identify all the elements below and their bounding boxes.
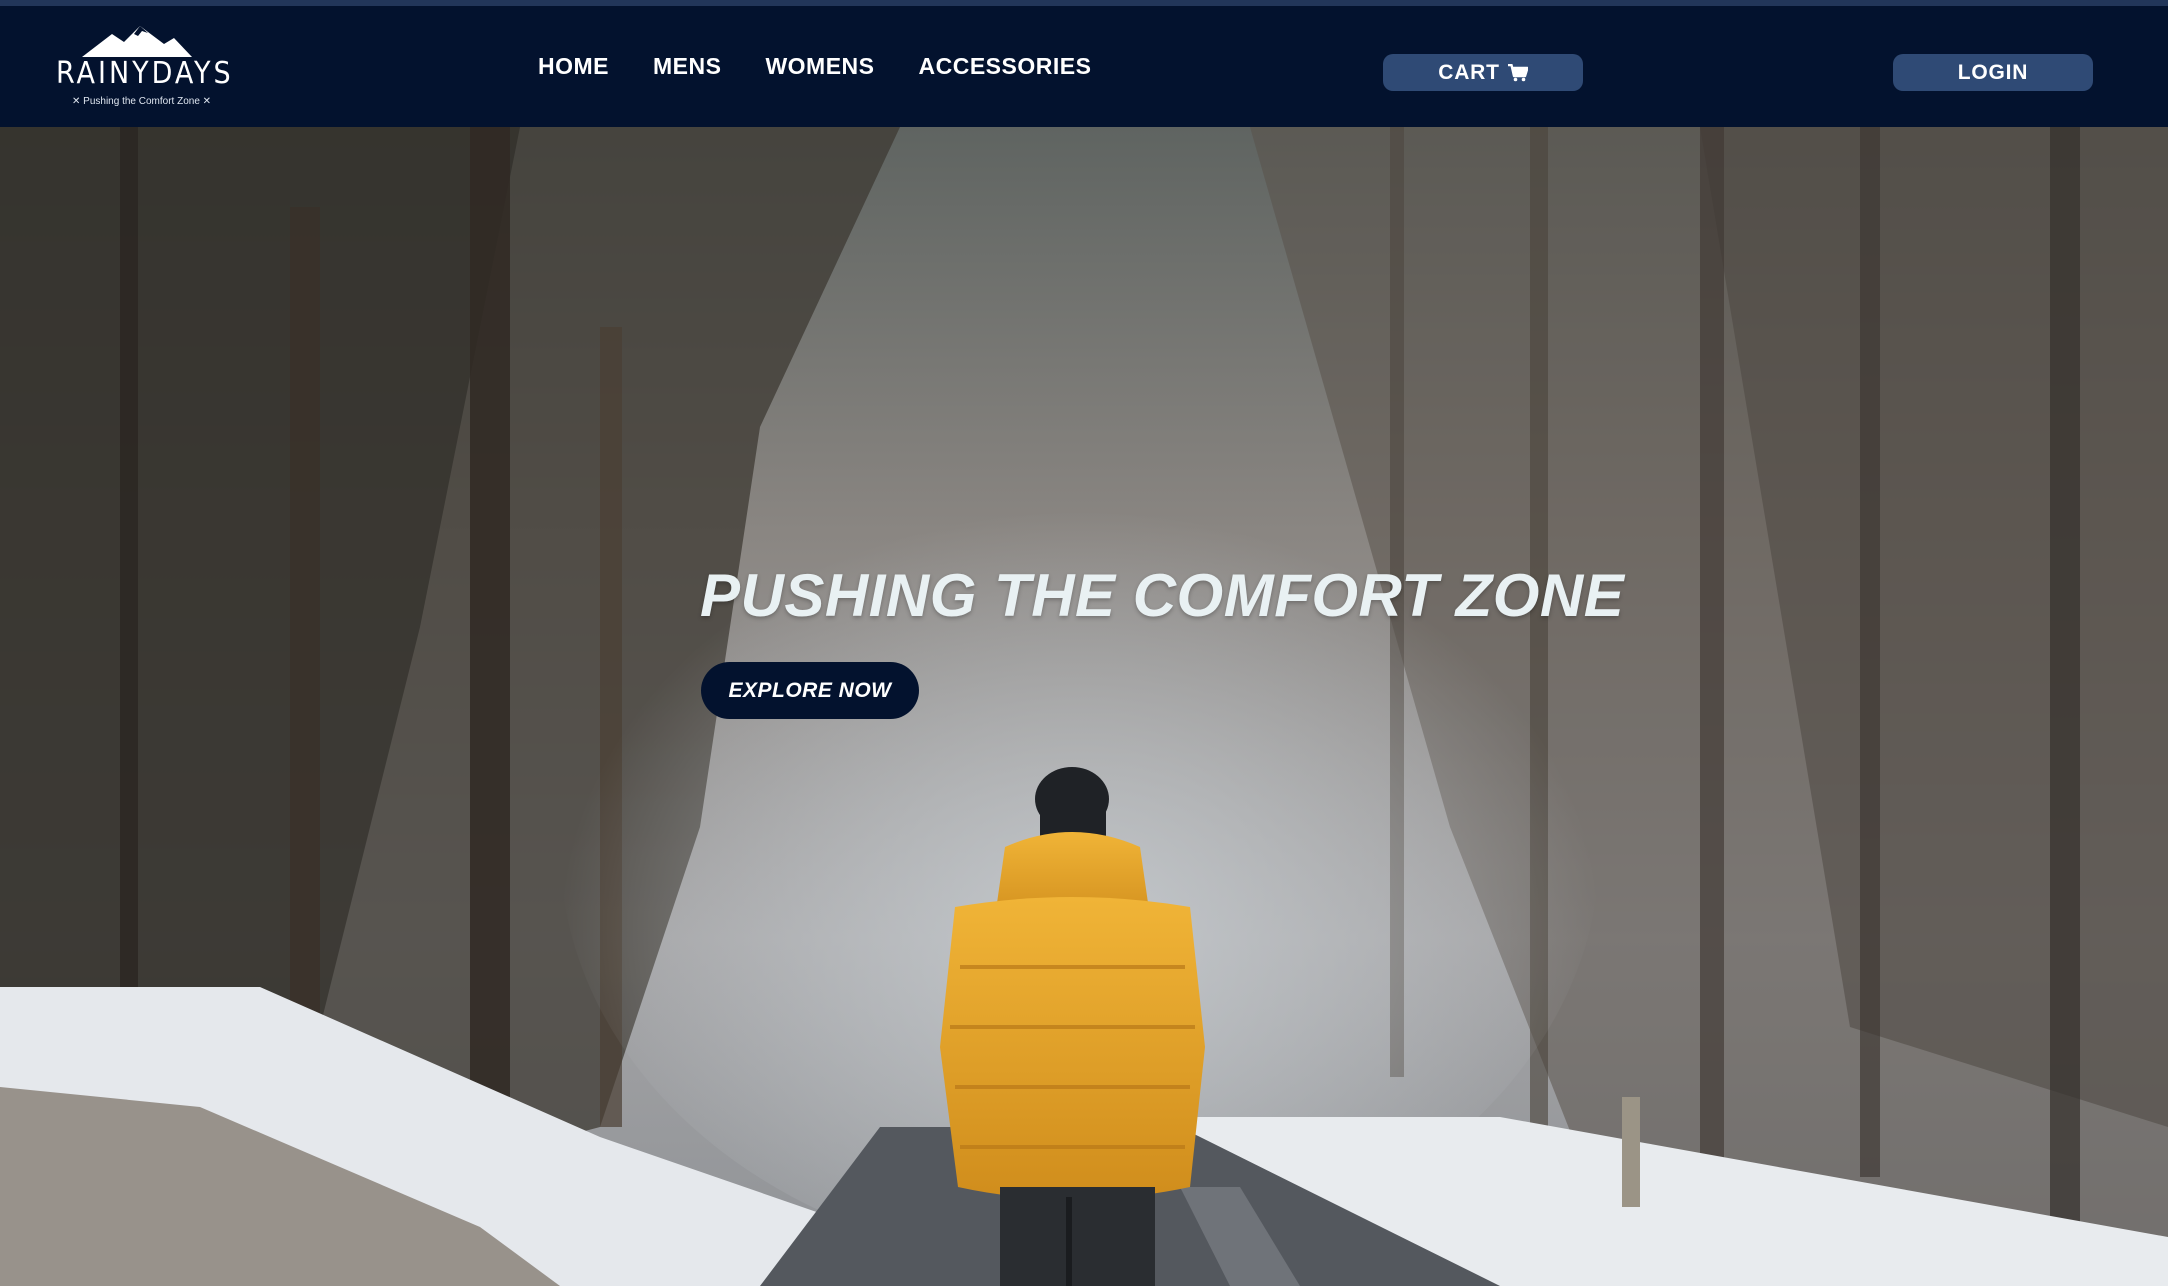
nav-item-accessories[interactable]: ACCESSORIES xyxy=(919,53,1092,93)
site-header: RAINYDAYS ✕ Pushing the Comfort Zone ✕ H… xyxy=(0,6,2168,127)
brand-name: RAINYDAYS xyxy=(56,56,234,91)
login-button[interactable]: LOGIN xyxy=(1893,54,2093,91)
shopping-cart-icon xyxy=(1507,63,1528,81)
explore-now-button[interactable]: EXPLORE NOW xyxy=(701,662,919,719)
brand-tagline: ✕ Pushing the Comfort Zone ✕ xyxy=(72,96,212,107)
brand-logo[interactable]: RAINYDAYS ✕ Pushing the Comfort Zone ✕ xyxy=(54,22,234,118)
cart-label: CART xyxy=(1438,60,1500,84)
main-nav: HOME MENS WOMENS ACCESSORIES xyxy=(538,53,1135,93)
nav-item-womens[interactable]: WOMENS xyxy=(765,53,874,93)
nav-item-mens[interactable]: MENS xyxy=(653,53,721,93)
hero-background-image xyxy=(0,127,2168,1286)
hero-headline: PUSHING THE COMFORT ZONE xyxy=(700,562,1625,629)
cart-button[interactable]: CART xyxy=(1383,54,1583,91)
mountain-icon xyxy=(82,26,192,57)
hero-section: PUSHING THE COMFORT ZONE EXPLORE NOW xyxy=(0,127,2168,1286)
nav-item-home[interactable]: HOME xyxy=(538,53,609,93)
login-label: LOGIN xyxy=(1957,60,2029,84)
